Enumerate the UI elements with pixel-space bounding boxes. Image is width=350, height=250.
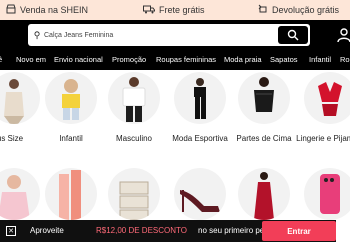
category-image xyxy=(108,72,160,124)
category-image xyxy=(304,72,350,124)
category-nav: ê Novo em Envio nacional Promoção Roupas… xyxy=(0,50,350,70)
cat-item[interactable]: Envio nacional xyxy=(54,50,103,70)
category-label: Infantil xyxy=(59,134,83,143)
category-image[interactable] xyxy=(174,168,226,220)
promo-sell[interactable]: Venda na SHEIN xyxy=(6,0,88,20)
search-icon xyxy=(287,29,299,41)
search-input[interactable]: Calça Jeans Feminina xyxy=(44,32,113,39)
user-icon[interactable] xyxy=(336,27,350,43)
truck-icon xyxy=(143,4,155,17)
cat-item[interactable]: Promoção xyxy=(112,50,146,70)
promo-sell-label: Venda na SHEIN xyxy=(20,5,89,15)
login-button[interactable]: Entrar xyxy=(262,221,336,241)
category-image xyxy=(45,72,97,124)
cat-item[interactable]: Roupas femininas xyxy=(156,50,216,70)
cat-item[interactable]: Moda praia xyxy=(224,50,262,70)
cat-item[interactable]: ê xyxy=(0,50,2,70)
banner-text-before: Aproveite xyxy=(30,226,64,235)
discount-banner: ✕ Aproveite R$12,00 DE DESCONTO no seu p… xyxy=(0,220,336,242)
cat-item[interactable]: Novo em xyxy=(16,50,46,70)
category-label: Moda Esportiva xyxy=(172,134,228,143)
category-image[interactable] xyxy=(0,168,40,220)
category-image[interactable] xyxy=(238,168,290,220)
cat-item[interactable]: Ro xyxy=(340,50,350,70)
store-icon xyxy=(6,4,16,17)
category-label: Lingerie e Pijamas xyxy=(296,134,350,143)
promo-return-label: Devolução grátis xyxy=(272,5,340,15)
promo-shipping[interactable]: Frete grátis xyxy=(143,0,205,20)
cat-item[interactable]: Infantil xyxy=(309,50,331,70)
category-image[interactable] xyxy=(108,168,160,220)
banner-highlight: R$12,00 DE DESCONTO xyxy=(96,226,187,235)
category-image xyxy=(0,72,40,124)
category-label: Partes de Cima xyxy=(236,134,292,143)
promo-strip: Venda na SHEIN Frete grátis Devolução gr… xyxy=(0,0,350,20)
promo-return[interactable]: Devolução grátis xyxy=(258,0,339,20)
search-button[interactable] xyxy=(278,26,308,44)
return-icon xyxy=(258,4,268,17)
category-image xyxy=(238,72,290,124)
search-field[interactable]: ⚲ Calça Jeans Feminina xyxy=(28,24,310,46)
header: ⚲ Calça Jeans Feminina xyxy=(0,20,350,50)
category-label: Masculino xyxy=(115,134,152,143)
category-image xyxy=(174,72,226,124)
cat-item[interactable]: Sapatos xyxy=(270,50,298,70)
promo-shipping-label: Frete grátis xyxy=(159,5,205,15)
category-image[interactable] xyxy=(45,168,97,220)
close-icon[interactable]: ✕ xyxy=(6,226,16,236)
location-pin-icon: ⚲ xyxy=(33,29,41,40)
category-image[interactable] xyxy=(304,168,350,220)
